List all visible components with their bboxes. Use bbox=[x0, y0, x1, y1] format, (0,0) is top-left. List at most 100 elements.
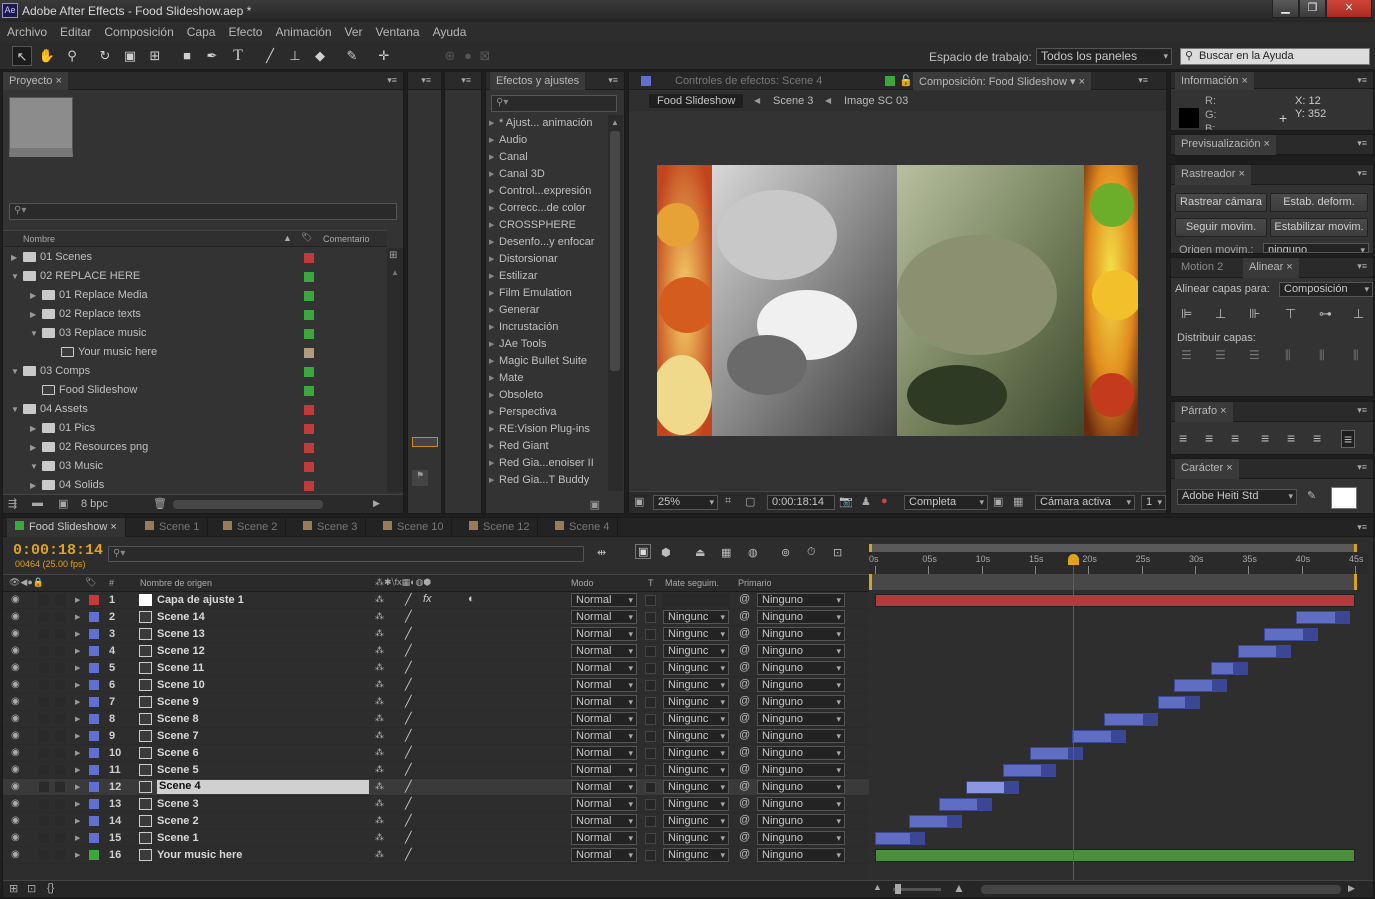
motion-blur-icon[interactable]: ▦ bbox=[721, 546, 731, 559]
track-matte-select[interactable]: Ningunc bbox=[663, 763, 729, 777]
time-ruler[interactable]: 0s 05s 10s 15s 20s 25s 30s 35s 40s 45s bbox=[869, 552, 1369, 574]
quality-switch-icon[interactable]: ╱ bbox=[405, 610, 412, 623]
align-text-center-icon[interactable]: ≡ bbox=[1205, 430, 1213, 446]
roto-brush-tool-icon[interactable]: ✎ bbox=[342, 46, 362, 66]
font-family-select[interactable]: Adobe Heiti Std bbox=[1177, 489, 1297, 505]
track-matte-select[interactable]: Ningunc bbox=[663, 661, 729, 675]
timeline-zoom-slider[interactable] bbox=[893, 884, 941, 894]
adjustment-switch-icon[interactable]: ◐ bbox=[468, 593, 475, 605]
blend-mode-select[interactable]: Normal bbox=[571, 593, 637, 607]
zoom-thumb[interactable] bbox=[895, 884, 901, 894]
draft-3d-icon[interactable]: ▣ bbox=[635, 544, 652, 559]
layer-duration-bar[interactable] bbox=[939, 798, 993, 811]
bpc-label[interactable]: 8 bpc bbox=[81, 498, 108, 510]
eye-icon[interactable]: ◉ bbox=[11, 679, 20, 690]
justify-all-icon[interactable]: ≡ bbox=[1341, 430, 1356, 448]
layer-name[interactable]: Scene 5 bbox=[157, 764, 199, 776]
effect-category[interactable]: Red Gia...enoiser II bbox=[486, 455, 604, 472]
layer-row[interactable]: ◉ ▶ 16 Your music here ⁂ ╱ Normal Ningunc @ Ningu… bbox=[3, 847, 869, 864]
timeline-tab[interactable]: Scene 3 bbox=[295, 518, 367, 537]
layer-label-color[interactable] bbox=[89, 663, 99, 673]
label-color-swatch[interactable] bbox=[304, 253, 314, 263]
blend-mode-select[interactable]: Normal bbox=[571, 678, 637, 692]
pickwhip-icon[interactable]: @ bbox=[739, 746, 750, 758]
layer-name[interactable]: Scene 13 bbox=[157, 628, 205, 640]
puppet-tool-icon[interactable]: ✛ bbox=[374, 46, 394, 66]
layer-name[interactable]: Scene 12 bbox=[157, 645, 205, 657]
effect-category[interactable]: Red Gia...T Buddy bbox=[486, 472, 604, 489]
lock-box[interactable] bbox=[55, 629, 65, 639]
track-matte-select[interactable]: Ningunc bbox=[663, 797, 729, 811]
parent-select[interactable]: Ninguno bbox=[757, 831, 845, 845]
layer-label-color[interactable] bbox=[89, 714, 99, 724]
blend-mode-select[interactable]: Normal bbox=[571, 763, 637, 777]
eye-icon[interactable]: ◉ bbox=[11, 747, 20, 758]
new-folder-icon[interactable]: ▬ bbox=[32, 497, 43, 509]
stabilize-motion-button[interactable]: Estabilizar movim. bbox=[1270, 218, 1368, 237]
solo-box[interactable] bbox=[39, 799, 49, 809]
layer-row[interactable]: ◉ ▶ 14 Scene 2 ⁂ ╱ Normal Ningunc @ Ninguno bbox=[3, 813, 869, 830]
lock-icon[interactable]: 🔓 bbox=[899, 74, 913, 87]
layer-label-color[interactable] bbox=[89, 680, 99, 690]
expand-icon[interactable]: ▶ bbox=[75, 613, 80, 621]
layer-label-color[interactable] bbox=[89, 816, 99, 826]
menu-item-8[interactable]: Ayuda bbox=[426, 22, 473, 39]
solo-box[interactable] bbox=[39, 765, 49, 775]
shy-switch-icon[interactable]: ⁂ bbox=[375, 679, 384, 690]
show-snapshot-icon[interactable]: ♟ bbox=[861, 495, 871, 508]
solo-box[interactable] bbox=[39, 748, 49, 758]
expand-icon[interactable]: ▶ bbox=[75, 783, 80, 791]
timeline-tab[interactable]: Scene 1 bbox=[137, 518, 209, 537]
layer-label-color[interactable] bbox=[89, 629, 99, 639]
new-preset-icon[interactable]: ▣ bbox=[590, 498, 600, 511]
tab-preview[interactable]: Previsualización × bbox=[1175, 135, 1276, 155]
expand-icon[interactable]: ▶ bbox=[75, 647, 80, 655]
fill-color-swatch[interactable] bbox=[1331, 487, 1357, 509]
quality-switch-icon[interactable]: ╱ bbox=[405, 593, 412, 606]
close-button[interactable]: ✕ bbox=[1326, 0, 1372, 18]
expand-icon[interactable]: ▶ bbox=[75, 596, 80, 604]
axis-mode-icon[interactable]: ⊕ bbox=[440, 46, 460, 66]
layer-name[interactable]: Scene 4 bbox=[157, 780, 369, 794]
toggle-switches-icon[interactable]: ⊞ bbox=[9, 882, 18, 895]
label-color-swatch[interactable] bbox=[304, 443, 314, 453]
expand-icon[interactable]: ▶ bbox=[75, 698, 80, 706]
timeline-current-time[interactable]: 0:00:18:14 bbox=[13, 542, 103, 559]
effect-category[interactable]: Correcc...de color bbox=[486, 200, 604, 217]
eye-icon[interactable]: ◉ bbox=[11, 662, 20, 673]
eye-icon[interactable]: ◉ bbox=[11, 781, 20, 792]
menu-item-7[interactable]: Ventana bbox=[369, 22, 426, 39]
comp-mini-flowchart-icon[interactable]: ⇹ bbox=[597, 546, 606, 559]
label-color-swatch[interactable] bbox=[304, 329, 314, 339]
timeline-tab[interactable]: Food Slideshow × bbox=[7, 518, 126, 537]
pickwhip-icon[interactable]: @ bbox=[739, 831, 750, 843]
collapse-icon[interactable]: ▼ bbox=[11, 272, 19, 281]
solo-box[interactable] bbox=[39, 714, 49, 724]
timeline-tab[interactable]: Scene 2 bbox=[215, 518, 287, 537]
help-search-input[interactable]: ⚲ Buscar en la Ayuda bbox=[1180, 48, 1370, 65]
label-color-swatch[interactable] bbox=[304, 424, 314, 434]
views-select[interactable]: 1 Vi bbox=[1141, 495, 1166, 510]
project-search-input[interactable]: ⚲▾ bbox=[9, 203, 397, 220]
track-camera-button[interactable]: Rastrear cámara bbox=[1175, 193, 1267, 212]
quality-switch-icon[interactable]: ╱ bbox=[405, 712, 412, 725]
composition-canvas[interactable] bbox=[657, 165, 1138, 436]
track-matte-select[interactable]: Ningunc bbox=[663, 695, 729, 709]
channels-icon[interactable]: ● bbox=[881, 495, 888, 507]
playhead[interactable] bbox=[1067, 554, 1079, 881]
lock-box[interactable] bbox=[55, 748, 65, 758]
parent-select[interactable]: Ninguno bbox=[757, 848, 845, 862]
camera-select[interactable]: Cámara activa bbox=[1035, 495, 1135, 510]
roi-icon[interactable]: ▣ bbox=[993, 495, 1003, 508]
preserve-transparency-box[interactable] bbox=[645, 629, 656, 640]
layer-label-color[interactable] bbox=[89, 782, 99, 792]
eye-icon[interactable]: ◉ bbox=[11, 798, 20, 809]
distribute-top-icon[interactable]: ☰ bbox=[1181, 348, 1192, 362]
effect-category[interactable]: Control...expresión bbox=[486, 183, 604, 200]
eye-icon[interactable]: ◉ bbox=[11, 849, 20, 860]
effect-category[interactable]: Generar bbox=[486, 302, 604, 319]
layer-row[interactable]: ◉ ▶ 1 Capa de ajuste 1 ⁂ ╱ fx ◐ Normal @ Ninguno bbox=[3, 592, 869, 609]
transparency-grid-icon[interactable]: ▦ bbox=[1013, 495, 1023, 508]
effect-category[interactable]: RE:Vision Plug-ins bbox=[486, 421, 604, 438]
new-comp-icon[interactable]: ▣ bbox=[58, 497, 68, 510]
